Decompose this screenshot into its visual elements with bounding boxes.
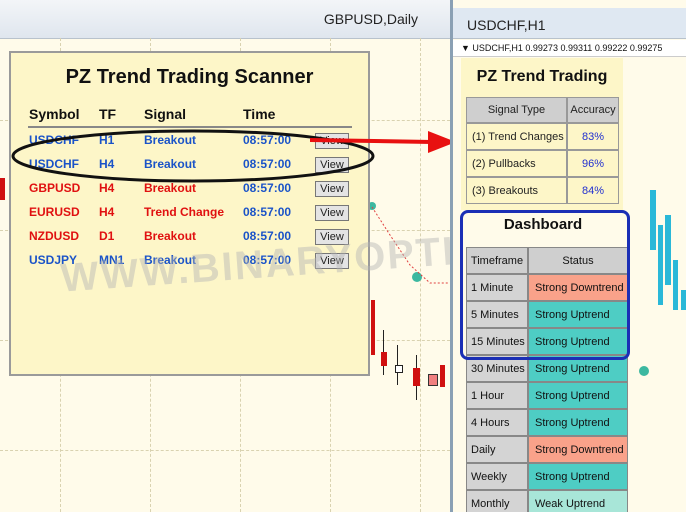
timeframe-cell: 1 Hour	[466, 382, 528, 409]
timeframe-cell: Daily	[466, 436, 528, 463]
signal-type-cell: (3) Breakouts	[466, 177, 567, 204]
candle	[413, 368, 420, 386]
header-symbol: Symbol	[29, 106, 80, 122]
candle	[428, 374, 438, 386]
status-cell: Strong Uptrend	[528, 463, 628, 490]
trend-panel-title: PZ Trend Trading	[476, 68, 608, 85]
header-tf: TF	[99, 106, 117, 122]
candle	[665, 215, 671, 285]
arrow-icon	[310, 131, 456, 153]
row-time: 08:57:00	[243, 205, 292, 219]
timeframe-cell: 4 Hours	[466, 409, 528, 436]
row-symbol[interactable]: EURUSD	[29, 205, 80, 219]
left-window-title: GBPUSD,Daily	[323, 11, 418, 27]
candle	[681, 290, 686, 310]
candle	[395, 365, 403, 373]
candle	[650, 190, 656, 250]
candle	[381, 352, 387, 366]
signal-type-cell: (1) Trend Changes	[466, 123, 567, 150]
ohlc-readout: ▼ USDCHF,H1 0.99273 0.99311 0.99222 0.99…	[461, 43, 663, 53]
row-signal: Breakout	[144, 229, 197, 243]
timeframe-cell: Monthly	[466, 490, 528, 512]
status-cell: Strong Uptrend	[528, 409, 628, 436]
right-window-title: USDCHF,H1	[467, 17, 546, 33]
candle	[673, 260, 678, 310]
accuracy-cell: 84%	[567, 177, 619, 204]
signal-type-cell: (2) Pullbacks	[466, 150, 567, 177]
header-accuracy: Accuracy	[567, 97, 619, 123]
candle	[658, 225, 663, 305]
status-cell: Strong Uptrend	[528, 382, 628, 409]
gbpusd-chart-window[interactable]: GBPUSD,Daily PZ Trend Trading Scanner Sy…	[0, 0, 450, 512]
header-signal-type: Signal Type	[466, 97, 567, 123]
row-tf: H4	[99, 205, 115, 219]
accuracy-cell: 96%	[567, 150, 619, 177]
dashboard-highlight-box	[460, 210, 630, 360]
chart-price-label: ▼ USDCHF,H1 0.99273 0.99311 0.99222 0.99…	[453, 40, 686, 57]
timeframe-cell: Weekly	[466, 463, 528, 490]
scanner-title: PZ Trend Trading Scanner	[65, 66, 314, 88]
candle	[0, 178, 5, 200]
right-window-titlebar[interactable]: USDCHF,H1	[453, 8, 686, 39]
candle	[371, 300, 375, 355]
candle	[440, 365, 445, 387]
trend-trading-panel: PZ Trend Trading Signal Type Accuracy (1…	[461, 58, 623, 210]
row-tf: D1	[99, 229, 115, 243]
accuracy-cell: 83%	[567, 123, 619, 150]
usdchf-chart-window[interactable]: USDCHF,H1 ▼ USDCHF,H1 0.99273 0.99311 0.…	[450, 0, 686, 512]
row-signal: Trend Change	[144, 205, 225, 219]
header-signal: Signal	[144, 106, 187, 122]
status-cell: Strong Downtrend	[528, 436, 628, 463]
indicator-dot	[639, 366, 649, 376]
trend-scanner-panel: PZ Trend Trading Scanner Symbol TF Signa…	[9, 51, 370, 376]
row-symbol[interactable]: NZDUSD	[29, 229, 79, 243]
left-window-titlebar[interactable]: GBPUSD,Daily	[0, 0, 450, 39]
status-cell: Weak Uptrend	[528, 490, 628, 512]
grid-line	[0, 450, 450, 451]
header-time: Time	[243, 106, 276, 122]
view-button[interactable]: View	[315, 205, 349, 221]
